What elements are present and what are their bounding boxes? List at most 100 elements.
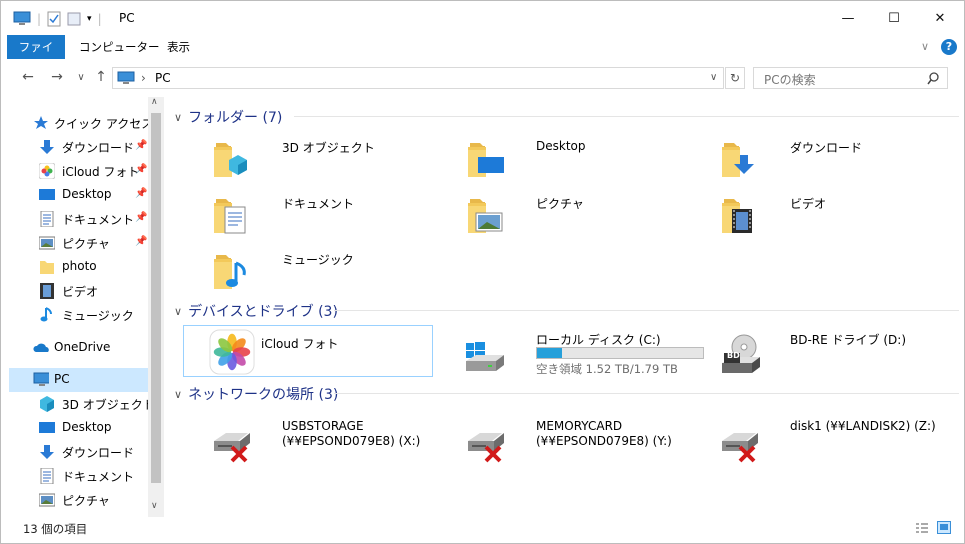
sidebar-item-label: ダウンロード bbox=[62, 446, 135, 460]
desktop-icon bbox=[39, 422, 55, 433]
sidebar-item-label: ミュージック bbox=[62, 309, 134, 323]
sidebar-item-desktop-pc[interactable]: Desktop bbox=[1, 416, 148, 440]
tab-file[interactable]: ファイル bbox=[7, 35, 65, 78]
chevron-down-icon[interactable]: ∨ bbox=[174, 111, 182, 124]
navigation-bar: ← → ∨ ↑ › PC ∨ ↻ PCの検索 bbox=[1, 63, 964, 93]
recent-locations-button[interactable]: ∨ bbox=[71, 72, 91, 83]
address-bar[interactable]: › PC ∨ bbox=[112, 67, 724, 89]
chevron-down-icon[interactable]: ∨ bbox=[174, 305, 182, 318]
sidebar-item-label: ビデオ bbox=[62, 285, 99, 299]
sidebar-item-music[interactable]: ミュージック bbox=[1, 303, 148, 327]
sidebar-item-desktop[interactable]: Desktop 📌 bbox=[1, 183, 148, 207]
divider bbox=[334, 310, 959, 311]
sidebar-item-onedrive[interactable]: OneDrive bbox=[1, 336, 148, 360]
chevron-down-icon[interactable]: ∨ bbox=[174, 388, 182, 401]
title-bar: | ▾ | PC — ☐ ✕ bbox=[1, 1, 964, 35]
back-button[interactable]: ← bbox=[18, 69, 38, 85]
drive-free-space: 空き領域 1.52 TB/1.79 TB bbox=[536, 362, 678, 376]
sidebar-item-3d-objects[interactable]: 3D オブジェクト bbox=[1, 392, 155, 416]
pc-icon bbox=[117, 71, 135, 84]
maximize-button[interactable]: ☐ bbox=[871, 1, 917, 35]
sidebar-item-pictures-pc[interactable]: ピクチャ bbox=[1, 488, 148, 512]
divider bbox=[334, 393, 959, 394]
chevron-down-icon[interactable]: ∨ bbox=[921, 40, 929, 53]
scroll-down-icon[interactable]: ∨ bbox=[151, 501, 158, 511]
sidebar-item-pc[interactable]: PC bbox=[9, 368, 148, 392]
customize-toolbar-icon[interactable]: ▾ bbox=[87, 14, 92, 24]
network-drive-path: (¥¥EPSOND079E8) (X:) bbox=[282, 434, 421, 448]
drive-tile-bd-re-d[interactable]: BD BD-RE ドライブ (D:) bbox=[702, 325, 952, 377]
sidebar-item-photo[interactable]: photo bbox=[1, 255, 148, 279]
tab-view[interactable]: 表示 bbox=[157, 35, 200, 59]
sidebar-item-documents[interactable]: ドキュメント 📌 bbox=[1, 207, 148, 231]
folder-tile-documents[interactable]: ドキュメント bbox=[194, 189, 444, 241]
sidebar-item-documents-pc[interactable]: ドキュメント bbox=[1, 464, 148, 488]
network-drive-disconnected-icon bbox=[720, 431, 760, 463]
up-button[interactable]: ↑ bbox=[91, 69, 111, 85]
sidebar-item-pictures[interactable]: ピクチャ 📌 bbox=[1, 231, 148, 255]
sidebar-item-label: クイック アクセス bbox=[54, 117, 154, 131]
folder-icon bbox=[40, 261, 54, 274]
network-tile-usbstorage[interactable]: USBSTORAGE (¥¥EPSOND079E8) (X:) bbox=[194, 413, 444, 465]
music-icon bbox=[40, 307, 52, 322]
new-folder-icon[interactable] bbox=[67, 11, 81, 27]
drive-name: iCloud フォト bbox=[261, 337, 339, 351]
folder-tile-pictures[interactable]: ピクチャ bbox=[448, 189, 698, 241]
minimize-button[interactable]: — bbox=[825, 1, 871, 35]
large-icons-view-icon[interactable] bbox=[937, 521, 951, 534]
network-tile-disk1[interactable]: disk1 (¥¥LANDISK2) (Z:) bbox=[702, 413, 952, 465]
close-button[interactable]: ✕ bbox=[917, 1, 963, 35]
cube-icon bbox=[40, 396, 54, 412]
search-input[interactable]: PCの検索 bbox=[764, 71, 816, 88]
folder-tile-videos[interactable]: ビデオ bbox=[702, 189, 952, 241]
sidebar-item-icloud-photos[interactable]: iCloud フォト 📌 bbox=[1, 159, 148, 183]
folder-tile-music[interactable]: ミュージック bbox=[194, 245, 444, 297]
network-drive-disconnected-icon bbox=[212, 431, 252, 463]
folder-tile-desktop[interactable]: Desktop bbox=[448, 133, 698, 185]
sidebar-scrollbar[interactable]: ∧ ∨ bbox=[148, 97, 164, 517]
properties-icon[interactable] bbox=[47, 11, 61, 27]
drive-name: ローカル ディスク (C:) bbox=[536, 333, 661, 347]
scrollbar-thumb[interactable] bbox=[151, 113, 161, 483]
group-label: フォルダー (7) bbox=[188, 110, 283, 126]
scroll-up-icon[interactable]: ∧ bbox=[151, 97, 158, 107]
download-icon bbox=[40, 140, 54, 154]
forward-button[interactable]: → bbox=[47, 69, 67, 85]
tab-computer[interactable]: コンピューター bbox=[69, 35, 170, 59]
details-view-icon[interactable] bbox=[915, 522, 929, 534]
bd-drive-icon bbox=[722, 334, 760, 373]
window-title: PC bbox=[119, 11, 135, 25]
content-pane: ∨ フォルダー (7) 3D オブジェクト Desktop ダウンロード ドキュ… bbox=[164, 97, 964, 517]
download-icon bbox=[40, 445, 54, 459]
group-label: ネットワークの場所 (3) bbox=[188, 387, 339, 403]
network-tile-memorycard[interactable]: MEMORYCARD (¥¥EPSOND079E8) (Y:) bbox=[448, 413, 698, 465]
pin-icon: 📌 bbox=[135, 236, 148, 247]
breadcrumb-separator-icon[interactable]: › bbox=[141, 71, 146, 85]
sidebar-item-label: photo bbox=[62, 259, 97, 273]
breadcrumb[interactable]: PC bbox=[155, 71, 171, 85]
sidebar-item-label: PC bbox=[54, 372, 70, 386]
video-icon bbox=[40, 283, 54, 299]
refresh-button[interactable]: ↻ bbox=[725, 67, 745, 89]
group-header-network[interactable]: ∨ ネットワークの場所 (3) bbox=[174, 384, 959, 404]
document-folder-icon bbox=[214, 199, 246, 234]
disk-usage-fill bbox=[537, 348, 562, 358]
sidebar-item-videos[interactable]: ビデオ bbox=[1, 279, 148, 303]
sidebar-item-label: iCloud フォト bbox=[62, 165, 140, 179]
sidebar-item-quick-access[interactable]: クイック アクセス bbox=[1, 111, 153, 135]
drive-tile-icloud-photos[interactable]: iCloud フォト bbox=[183, 325, 433, 377]
download-folder-icon bbox=[722, 143, 754, 177]
help-icon[interactable]: ? bbox=[941, 39, 957, 55]
address-dropdown-icon[interactable]: ∨ bbox=[710, 72, 717, 83]
drive-tile-local-disk-c[interactable]: ローカル ディスク (C:) 空き領域 1.52 TB/1.79 TB bbox=[448, 325, 704, 377]
sidebar-item-downloads-pc[interactable]: ダウンロード bbox=[1, 440, 148, 464]
pin-icon: 📌 bbox=[135, 140, 148, 151]
folder-tile-3d-objects[interactable]: 3D オブジェクト bbox=[194, 133, 444, 185]
search-box[interactable]: PCの検索 bbox=[753, 67, 948, 89]
group-header-drives[interactable]: ∨ デバイスとドライブ (3) bbox=[174, 301, 959, 321]
folder-tile-downloads[interactable]: ダウンロード bbox=[702, 133, 952, 185]
sidebar-item-downloads[interactable]: ダウンロード 📌 bbox=[1, 135, 148, 159]
group-header-folders[interactable]: ∨ フォルダー (7) bbox=[174, 107, 959, 127]
search-icon[interactable] bbox=[927, 72, 940, 85]
separator: | bbox=[97, 12, 102, 26]
